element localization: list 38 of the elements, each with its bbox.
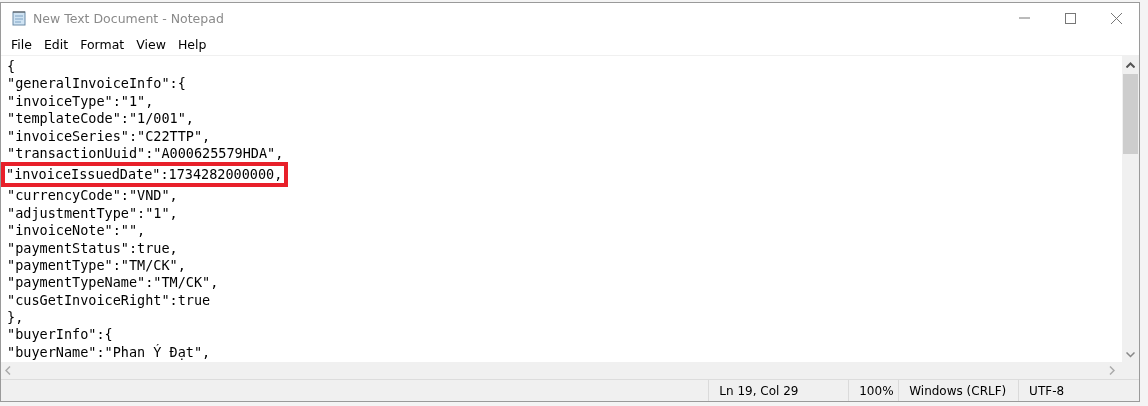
menu-item[interactable]: File xyxy=(5,34,38,54)
scrollbar-thumb[interactable] xyxy=(1123,74,1138,154)
code-line: "paymentType":"TM/CK", xyxy=(7,256,186,273)
code-line: "adjustmentType":"1", xyxy=(7,204,178,221)
status-text: Ln 19, Col 29 xyxy=(708,380,849,401)
scroll-left-icon xyxy=(5,366,11,375)
status-text: UTF-8 xyxy=(1018,380,1139,401)
maximize-icon xyxy=(1064,12,1076,24)
status-text: Windows (CRLF) xyxy=(898,380,1019,401)
code-line: "templateCode":"1/001", xyxy=(7,110,194,127)
notepad-icon xyxy=(11,10,27,26)
code-line: "buyerName":"Phan Ý Đạt", xyxy=(7,343,211,360)
scroll-up-icon xyxy=(1126,62,1135,68)
menu-item[interactable]: Help xyxy=(171,34,213,54)
code-line: "generalInvoiceInfo":{ xyxy=(7,75,186,92)
vertical-scrollbar[interactable] xyxy=(1122,56,1139,362)
code-line: "invoiceType":"1", xyxy=(7,92,154,109)
window-title: New Text Document - Notepad xyxy=(33,10,225,26)
code-line: "invoiceSeries":"C22TTP", xyxy=(7,127,211,144)
code-line: "buyerInfo":{ xyxy=(7,326,113,343)
status-text: 100% xyxy=(848,380,899,401)
code-line: "invoiceIssuedDate":1734282000000, xyxy=(6,166,283,183)
menu-item[interactable]: Format xyxy=(74,34,131,54)
code-line: "invoiceNote":"", xyxy=(7,222,146,239)
menu-item[interactable]: Edit xyxy=(37,34,75,54)
scroll-down-icon xyxy=(1126,352,1135,358)
horizontal-scrollbar[interactable] xyxy=(1,362,1139,380)
code-line: "paymentTypeName":"TM/CK", xyxy=(7,274,219,291)
minimize-icon xyxy=(1018,17,1030,19)
code-line: "transactionUuid":"A000625579HDA", xyxy=(7,144,284,161)
code-line: "paymentStatus":true, xyxy=(7,239,178,256)
menu-item[interactable]: View xyxy=(130,34,172,54)
scroll-right-icon xyxy=(1109,366,1115,375)
code-line: }, xyxy=(7,309,24,326)
code-line: "currencyCode":"VND", xyxy=(7,187,178,204)
code-line: "cusGetInvoiceRight":true xyxy=(7,291,211,308)
close-icon xyxy=(1110,12,1122,24)
code-line: { xyxy=(7,58,16,74)
